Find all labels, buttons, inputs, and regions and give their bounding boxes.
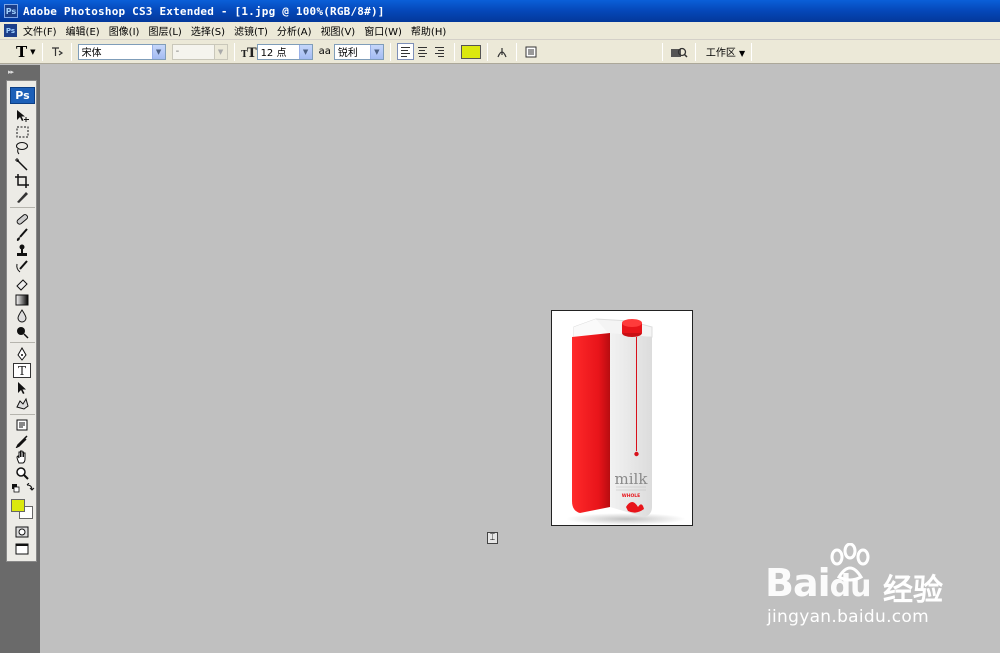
blur-tool-icon[interactable] [13, 308, 31, 323]
menu-window[interactable]: 窗口(W) [364, 23, 402, 38]
workspace-label: 工作区 [705, 48, 736, 59]
font-size-icon: TT [241, 44, 257, 60]
ibeam-cursor-icon: ⌶ [487, 532, 498, 544]
paw-icon [830, 543, 870, 582]
chevron-down-icon[interactable]: ▼ [30, 48, 35, 56]
window-title: Adobe Photoshop CS3 Extended - [1.jpg @ … [23, 4, 385, 18]
brush-tool-icon[interactable] [13, 227, 31, 242]
workspace-menu-button[interactable]: 工作区 ▼ [706, 44, 745, 59]
pen-tool-icon[interactable] [13, 346, 31, 361]
align-left-button[interactable] [396, 43, 414, 60]
watermark-url: jingyan.baidu.com [767, 607, 929, 627]
eyedropper-tool-icon[interactable] [13, 433, 31, 448]
menu-layer[interactable]: 图层(L) [148, 23, 181, 38]
divider [10, 207, 35, 208]
font-size-select[interactable]: 12 点 ▼ [256, 43, 313, 60]
quick-mask-icon[interactable] [13, 524, 31, 539]
ps-logo: Ps [10, 87, 35, 104]
divider [10, 414, 35, 415]
gradient-tool-icon[interactable] [13, 292, 31, 307]
carton-milk-text: milk [615, 470, 649, 488]
divider [661, 42, 663, 61]
document-canvas[interactable]: milk WHOLE [551, 310, 693, 526]
type-tool-icon[interactable]: T [13, 363, 31, 378]
menu-view[interactable]: 视图(V) [321, 23, 356, 38]
menu-edit[interactable]: 编辑(E) [66, 23, 100, 38]
path-selection-tool-icon[interactable] [13, 380, 31, 395]
screen-mode-icon[interactable] [13, 541, 31, 556]
menu-analysis[interactable]: 分析(A) [277, 23, 312, 38]
options-bar: T ▼ 宋体 ▼ - ▼ TT 12 点 ▼ aa 锐利 ▼ 工作区 ▼ [0, 40, 1000, 64]
menu-filter[interactable]: 滤镜(T) [234, 23, 268, 38]
title-bar: Ps Adobe Photoshop CS3 Extended - [1.jpg… [0, 0, 1000, 22]
lasso-tool-icon[interactable] [13, 140, 31, 155]
notes-tool-icon[interactable] [13, 417, 31, 432]
dodge-tool-icon[interactable] [13, 324, 31, 339]
file-browser-icon[interactable] [669, 44, 689, 60]
divider [486, 42, 488, 61]
font-style-select[interactable]: - ▼ [171, 43, 228, 60]
font-family-select[interactable]: 宋体 ▼ [77, 43, 166, 60]
chevron-down-icon: ▼ [369, 44, 383, 59]
foreground-color-swatch[interactable] [11, 499, 25, 512]
menu-select[interactable]: 选择(S) [191, 23, 225, 38]
divider [233, 42, 235, 61]
tool-preset-picker[interactable]: T [16, 43, 27, 61]
baidu-logo-text: Baidu [765, 561, 871, 605]
photoshop-app-icon[interactable]: Ps [4, 4, 18, 18]
chevron-down-icon: ▼ [151, 44, 165, 59]
divider [515, 42, 517, 61]
zoom-tool-icon[interactable] [13, 465, 31, 480]
carton-whole-text: WHOLE [622, 493, 641, 499]
align-right-button[interactable] [431, 43, 448, 60]
divider [10, 342, 35, 343]
font-style-value: - [175, 46, 180, 57]
menu-bar: Ps 文件(F) 编辑(E) 图像(I) 图层(L) 选择(S) 滤镜(T) 分… [0, 22, 1000, 40]
move-tool-icon[interactable] [13, 108, 31, 123]
baidu-watermark: Baidu 经验 jingyan.baidu.com [765, 543, 955, 633]
divider [694, 42, 696, 61]
antialias-icon: aa [318, 46, 331, 57]
text-color-swatch[interactable] [460, 44, 481, 59]
font-family-value: 宋体 [81, 48, 102, 59]
default-colors-icon[interactable] [10, 481, 36, 496]
chevron-down-icon: ▼ [739, 49, 746, 58]
eraser-tool-icon[interactable] [13, 276, 31, 291]
healing-brush-tool-icon[interactable] [13, 211, 31, 226]
antialias-select[interactable]: 锐利 ▼ [333, 43, 384, 60]
menu-file[interactable]: 文件(F) [23, 23, 57, 38]
marquee-tool-icon[interactable] [13, 124, 31, 139]
crop-tool-icon[interactable] [13, 173, 31, 188]
font-size-value: 12 点 [260, 48, 287, 59]
chevron-down-icon: ▼ [213, 44, 227, 59]
divider [389, 42, 391, 61]
menu-help[interactable]: 帮助(H) [411, 23, 446, 38]
chevron-down-icon: ▼ [298, 44, 312, 59]
divider [453, 42, 455, 61]
collapse-arrows-icon[interactable]: ▸▸ [8, 68, 14, 76]
hand-tool-icon[interactable] [13, 449, 31, 464]
align-center-button[interactable] [414, 43, 431, 60]
clone-stamp-tool-icon[interactable] [13, 243, 31, 258]
warp-text-icon[interactable] [494, 44, 510, 60]
menu-image[interactable]: 图像(I) [109, 23, 140, 38]
divider [70, 42, 72, 61]
baidu-jingyan-text: 经验 [883, 573, 943, 608]
svg-text:T: T [247, 46, 257, 59]
character-panel-icon[interactable] [523, 44, 539, 60]
toolbox: Ps T [6, 80, 37, 562]
divider [41, 42, 43, 61]
antialias-value: 锐利 [337, 48, 358, 59]
history-brush-tool-icon[interactable] [13, 259, 31, 274]
magic-wand-tool-icon[interactable] [13, 157, 31, 172]
slice-tool-icon[interactable] [13, 189, 31, 204]
text-orientation-icon[interactable] [49, 44, 65, 60]
custom-shape-tool-icon[interactable] [13, 396, 31, 411]
divider [751, 42, 753, 61]
milk-carton-image: milk WHOLE [566, 318, 686, 525]
document-icon[interactable]: Ps [4, 24, 17, 37]
